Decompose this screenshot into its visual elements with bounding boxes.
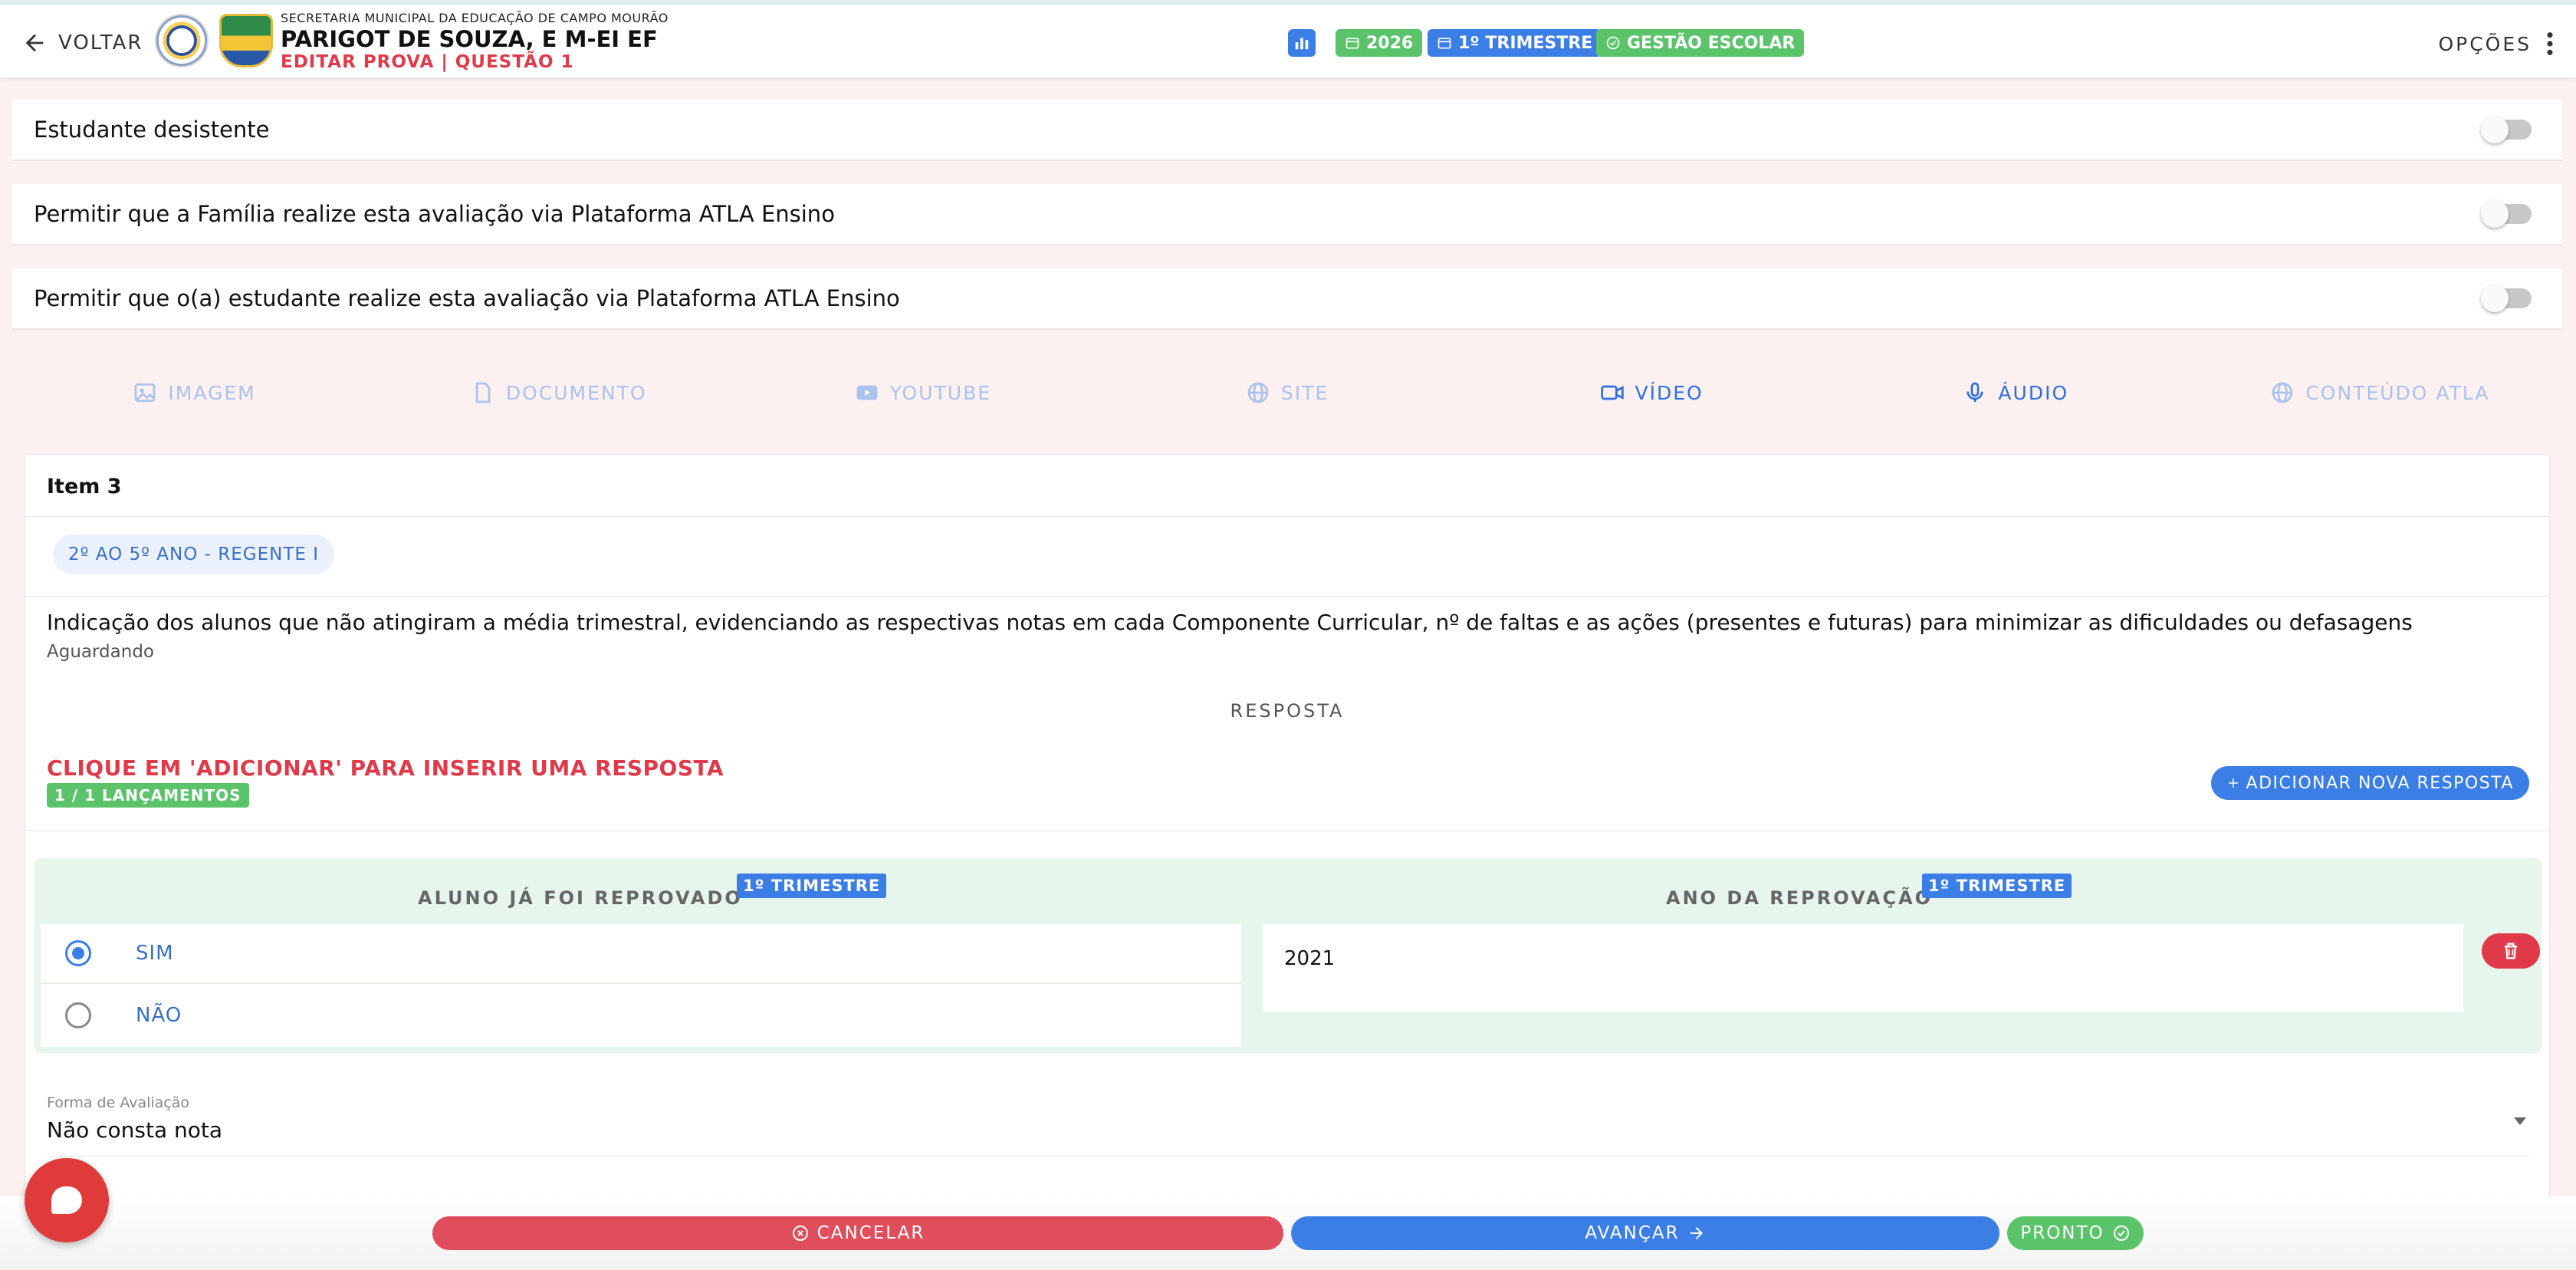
- toggle-row-student: Permitir que o(a) estudante realize esta…: [12, 268, 2562, 330]
- globe-icon: [2272, 382, 2293, 403]
- response-section-title: RESPOSTA: [1230, 700, 1345, 722]
- options-button[interactable]: OPÇÕES: [2438, 31, 2555, 57]
- tab-site[interactable]: SITE: [1105, 362, 1469, 423]
- divider: [25, 516, 2549, 517]
- tab-video[interactable]: VÍDEO: [1470, 362, 1834, 423]
- year-chip-label: 2026: [1366, 33, 1414, 53]
- next-button[interactable]: AVANÇAR: [1291, 1216, 1999, 1250]
- tab-image[interactable]: IMAGEM: [12, 362, 376, 423]
- tab-youtube[interactable]: YOUTUBE: [741, 362, 1105, 423]
- arrow-right-icon: [1690, 1227, 1703, 1239]
- management-chip[interactable]: GESTÃO ESCOLAR: [1596, 29, 1805, 57]
- calendar-icon: [1438, 38, 1451, 49]
- tab-label: YOUTUBE: [889, 381, 992, 404]
- chat-bubble-icon: [51, 1186, 82, 1214]
- toggle-row-dropout: Estudante desistente: [12, 100, 2562, 161]
- grade-chip: 2º AO 5º ANO - REGENTE I: [53, 535, 335, 574]
- youtube-icon: [856, 385, 877, 400]
- question-text: Indicação dos alunos que não atingiram a…: [47, 610, 2413, 635]
- plus-icon: [2228, 778, 2238, 788]
- tab-label: IMAGEM: [168, 381, 256, 404]
- stats-button[interactable]: [1288, 29, 1316, 57]
- image-icon: [135, 383, 156, 402]
- year-chip[interactable]: 2026: [1336, 29, 1423, 57]
- school-name: PARIGOT DE SOUZA, E M-EI EF: [281, 26, 658, 52]
- evaluation-form-label: Forma de Avaliação: [47, 1094, 190, 1111]
- city-crest-logo: [219, 14, 273, 67]
- radio-button[interactable]: [65, 940, 91, 966]
- tab-label: VÍDEO: [1635, 381, 1704, 404]
- done-label: PRONTO: [2020, 1223, 2104, 1243]
- dropout-switch[interactable]: [2481, 116, 2532, 143]
- radio-button[interactable]: [65, 1002, 91, 1028]
- back-button[interactable]: VOLTAR: [21, 28, 143, 58]
- options-label: OPÇÕES: [2438, 32, 2532, 55]
- toggle-label: Permitir que o(a) estudante realize esta…: [34, 285, 900, 311]
- item-title: Item 3: [47, 475, 122, 498]
- check-circle-icon: [1606, 36, 1620, 50]
- failed-before-title: ALUNO JÁ FOI REPROVADO: [418, 887, 743, 909]
- action-bar: CANCELAR AVANÇAR PRONTO: [0, 1196, 2576, 1270]
- question-card: Item 3 2º AO 5º ANO - REGENTE I Indicaçã…: [25, 454, 2550, 1270]
- done-button[interactable]: PRONTO: [2007, 1216, 2144, 1250]
- add-instruction: CLIQUE EM 'ADICIONAR' PARA INSERIR UMA R…: [47, 755, 724, 781]
- page-title: EDITAR PROVA | QUESTÃO 1: [281, 52, 574, 72]
- add-response-button[interactable]: ADICIONAR NOVA RESPOSTA: [2210, 766, 2529, 800]
- term-badge: 1º TRIMESTRE: [737, 874, 887, 898]
- delete-response-button[interactable]: [2482, 933, 2540, 969]
- answer-block: ALUNO JÁ FOI REPROVADO 1º TRIMESTRE ANO …: [34, 858, 2542, 1053]
- tab-label: DOCUMENTO: [505, 381, 647, 404]
- globe-icon: [1247, 382, 1269, 403]
- check-circle-icon: [2113, 1226, 2129, 1241]
- radio-label: SIM: [136, 942, 174, 965]
- chat-button[interactable]: [25, 1158, 109, 1242]
- municipal-seal-logo: [155, 14, 209, 67]
- org-name: SECRETARIA MUNICIPAL DA EDUCAÇÃO DE CAMP…: [281, 11, 669, 25]
- family-access-switch[interactable]: [2481, 200, 2532, 228]
- microphone-icon: [1967, 382, 1984, 402]
- dropdown-arrow-icon[interactable]: [2514, 1117, 2526, 1125]
- tab-label: ÁUDIO: [1998, 381, 2069, 404]
- radio-label: NÃO: [136, 1004, 182, 1027]
- radio-option-yes[interactable]: SIM: [41, 924, 1241, 984]
- toggle-row-family: Permitir que a Família realize esta aval…: [12, 184, 2562, 245]
- evaluation-form-select[interactable]: Não consta nota: [47, 1117, 222, 1143]
- management-chip-label: GESTÃO ESCOLAR: [1627, 33, 1796, 53]
- more-vertical-icon: [2547, 32, 2553, 55]
- student-access-switch[interactable]: [2481, 285, 2532, 312]
- add-response-label: ADICIONAR NOVA RESPOSTA: [2246, 773, 2514, 793]
- bar-chart-icon: [1295, 38, 1309, 50]
- term-chip-label: 1º TRIMESTRE: [1458, 33, 1593, 53]
- term-badge: 1º TRIMESTRE: [1922, 874, 2072, 898]
- media-tabs: IMAGEM DOCUMENTO YOUTUBE SITE VÍDEO ÁUDI…: [12, 362, 2562, 423]
- cancel-button[interactable]: CANCELAR: [432, 1216, 1283, 1250]
- cancel-label: CANCELAR: [816, 1223, 925, 1243]
- tab-document[interactable]: DOCUMENTO: [376, 362, 741, 423]
- failure-year-value: 2021: [1284, 947, 1336, 970]
- calendar-icon: [1346, 38, 1359, 49]
- divider: [25, 596, 2549, 597]
- arrow-left-icon: [25, 34, 44, 52]
- toggle-label: Estudante desistente: [34, 117, 270, 143]
- failure-year-field[interactable]: 2021: [1263, 924, 2463, 1012]
- tab-label: SITE: [1280, 381, 1329, 404]
- close-circle-icon: [792, 1226, 808, 1241]
- document-icon: [475, 382, 491, 403]
- launch-count-badge: 1 / 1 LANÇAMENTOS: [47, 783, 249, 808]
- tab-audio[interactable]: ÁUDIO: [1834, 362, 2198, 423]
- failed-before-radio-group: SIM NÃO: [41, 924, 1241, 1047]
- next-label: AVANÇAR: [1585, 1223, 1680, 1243]
- tab-label: CONTEÚDO ATLA: [2305, 381, 2490, 404]
- tab-atla-content[interactable]: CONTEÚDO ATLA: [2198, 362, 2562, 423]
- toggle-label: Permitir que a Família realize esta aval…: [34, 201, 835, 227]
- back-label: VOLTAR: [58, 31, 143, 54]
- video-camera-icon: [1600, 385, 1624, 400]
- status-text: Aguardando: [47, 642, 154, 662]
- term-chip[interactable]: 1º TRIMESTRE: [1428, 29, 1602, 57]
- radio-option-no[interactable]: NÃO: [41, 985, 1241, 1045]
- app-header: VOLTAR SECRETARIA MUNICIPAL DA EDUCAÇÃO …: [0, 5, 2576, 78]
- failure-year-title: ANO DA REPROVAÇÃO: [1666, 887, 1934, 909]
- trash-icon: [2504, 943, 2518, 959]
